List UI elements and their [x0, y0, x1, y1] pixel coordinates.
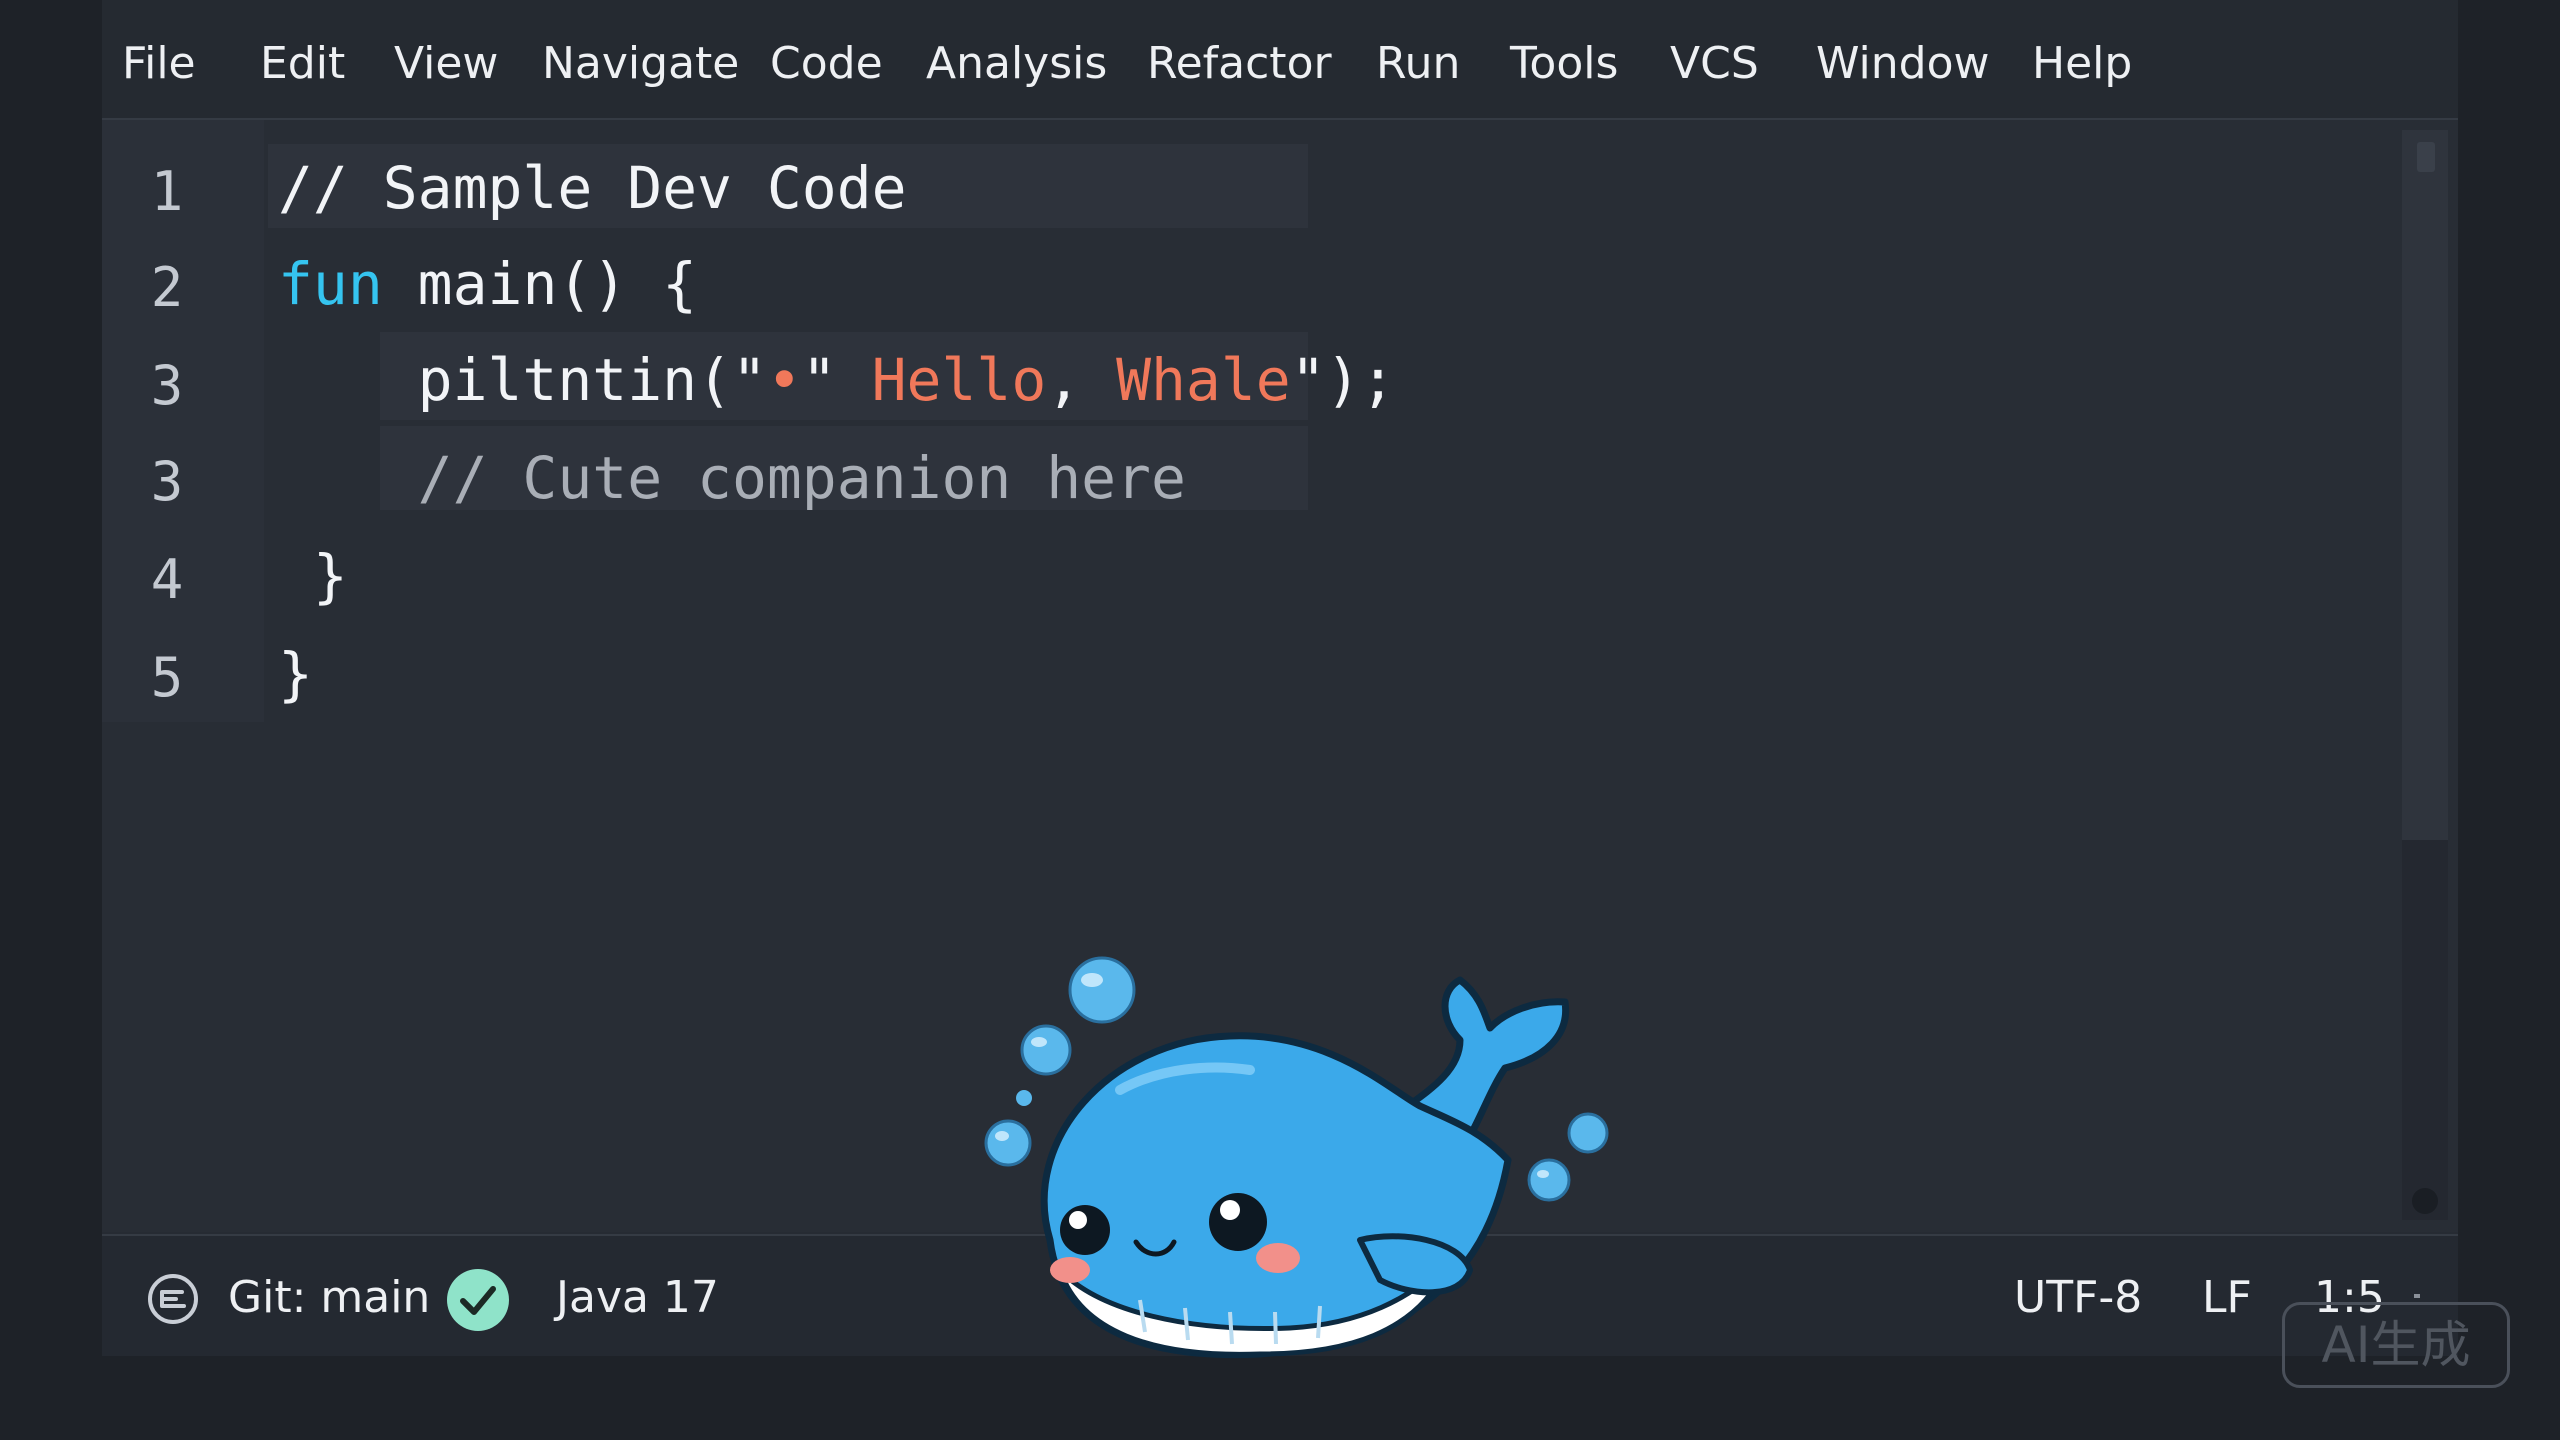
line-number: 3 — [150, 354, 184, 417]
menu-window[interactable]: Window — [1816, 0, 1990, 118]
menu-analysis[interactable]: Analysis — [926, 0, 1107, 118]
menu-view[interactable]: View — [394, 0, 498, 118]
code-token-string: Hello — [871, 346, 1047, 414]
menu-vcs[interactable]: VCS — [1670, 0, 1759, 118]
line-number: 3 — [150, 450, 184, 513]
scroll-marker-icon — [2417, 142, 2435, 172]
line-number: 5 — [150, 646, 184, 709]
code-token-plain: " — [801, 346, 872, 414]
menu-navigate[interactable]: Navigate — [542, 0, 739, 118]
code-line[interactable]: fun main() { — [278, 250, 697, 318]
line-ending[interactable]: LF — [2202, 1236, 2252, 1356]
menu-code[interactable]: Code — [770, 0, 883, 118]
menu-file[interactable]: File — [122, 0, 196, 118]
line-number: 1 — [150, 160, 184, 223]
vertical-scrollbar-thumb[interactable] — [2402, 130, 2448, 840]
menu-bar: File Edit View Navigate Code Analysis Re… — [102, 0, 2458, 120]
line-number: 4 — [150, 548, 184, 611]
menu-help[interactable]: Help — [2032, 0, 2132, 118]
file-encoding[interactable]: UTF-8 — [2014, 1236, 2142, 1356]
code-line[interactable]: piltntin("•" Hello, Whale"); — [278, 346, 1396, 414]
status-dot — [2414, 1294, 2420, 1298]
code-line[interactable]: // Sample Dev Code — [278, 154, 907, 222]
menu-run[interactable]: Run — [1376, 0, 1460, 118]
code-line[interactable]: } — [278, 640, 313, 708]
code-token-plain: piltntin(" — [278, 346, 767, 414]
code-token-keyword: fun — [278, 250, 383, 318]
code-token-string: • — [766, 346, 802, 414]
code-token-comment: // Cute companion here — [278, 444, 1186, 512]
menu-tools[interactable]: Tools — [1510, 0, 1618, 118]
code-token-plain: , — [1046, 346, 1117, 414]
git-branch-icon[interactable] — [146, 1272, 200, 1326]
line-number: 2 — [150, 256, 184, 319]
code-line[interactable]: } — [278, 542, 348, 610]
code-token-string: Whale — [1116, 346, 1291, 414]
git-branch-label[interactable]: Git: main — [228, 1236, 430, 1356]
code-line[interactable]: // Cute companion here — [278, 444, 1186, 512]
whale-mascot-icon — [984, 956, 1609, 1359]
ai-generated-watermark: AI生成 — [2282, 1302, 2510, 1388]
code-token-plain: } — [278, 640, 313, 708]
language-level[interactable]: Java 17 — [556, 1236, 719, 1356]
code-token-plain: } — [278, 542, 348, 610]
scroll-end-icon — [2412, 1188, 2438, 1214]
menu-edit[interactable]: Edit — [260, 0, 345, 118]
code-token-plain: "); — [1290, 346, 1396, 414]
menu-refactor[interactable]: Refactor — [1147, 0, 1332, 118]
check-circle-icon[interactable] — [446, 1268, 510, 1332]
code-token-plain: // Sample Dev Code — [278, 154, 907, 222]
code-token-plain: main() { — [382, 250, 698, 318]
